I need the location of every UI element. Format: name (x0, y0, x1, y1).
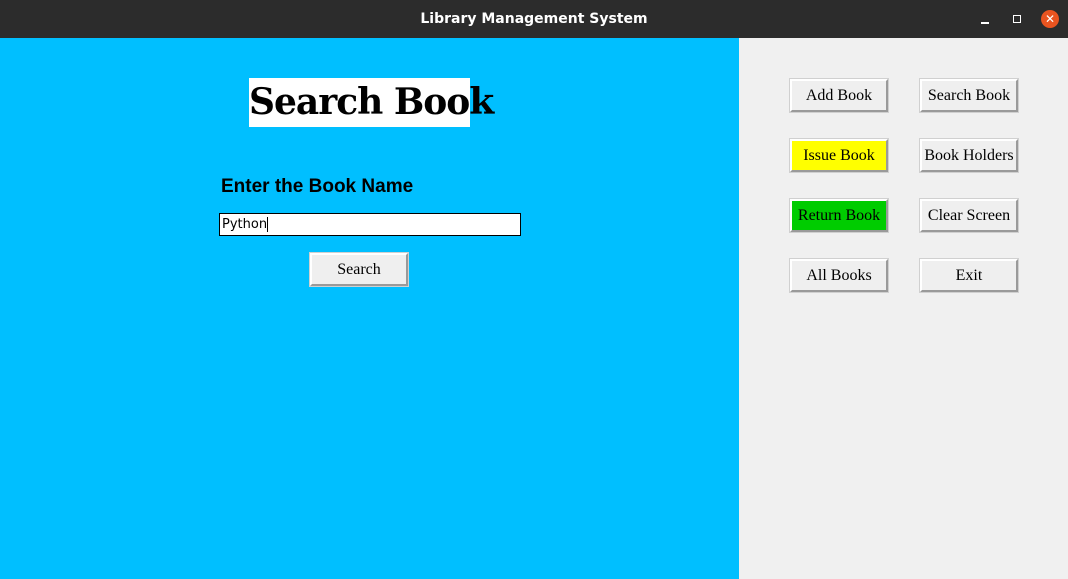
page-title: Search Book (249, 78, 494, 127)
window-title: Library Management System (420, 11, 648, 27)
minimize-icon (981, 22, 989, 24)
book-holders-button[interactable]: Book Holders (919, 138, 1019, 173)
search-button[interactable]: Search (309, 252, 409, 287)
menu-panel: Add Book Search Book Issue Book Book Hol… (739, 38, 1068, 579)
close-button[interactable]: ✕ (1041, 10, 1059, 28)
close-icon: ✕ (1044, 12, 1056, 26)
issue-book-button[interactable]: Issue Book (789, 138, 889, 173)
search-panel: Search Book Enter the Book Name Python S… (0, 38, 739, 579)
all-books-button[interactable]: All Books (789, 258, 889, 293)
app-window: Library Management System ✕ Search Book … (0, 0, 1068, 579)
search-book-button[interactable]: Search Book (919, 78, 1019, 113)
minimize-button[interactable] (976, 10, 994, 28)
book-name-value: Python (222, 217, 268, 232)
maximize-button[interactable] (1008, 10, 1026, 28)
book-name-input[interactable]: Python (219, 213, 521, 236)
add-book-button[interactable]: Add Book (789, 78, 889, 113)
title-bar: Library Management System ✕ (0, 0, 1068, 38)
maximize-icon (1013, 15, 1021, 23)
text-caret (267, 217, 269, 232)
exit-button[interactable]: Exit (919, 258, 1019, 293)
clear-screen-button[interactable]: Clear Screen (919, 198, 1019, 233)
return-book-button[interactable]: Return Book (789, 198, 889, 233)
book-name-label: Enter the Book Name (221, 176, 414, 197)
